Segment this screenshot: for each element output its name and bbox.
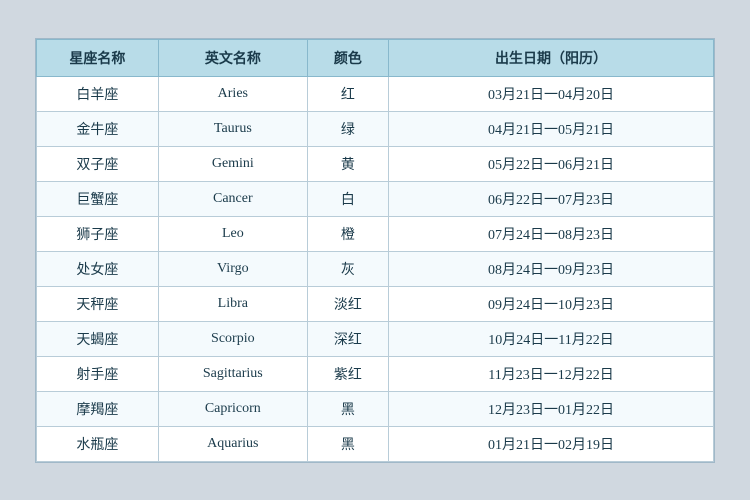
header-color: 颜色: [307, 39, 388, 76]
table-row: 巨蟹座Cancer白06月22日一07月23日: [37, 181, 714, 216]
table-row: 水瓶座Aquarius黑01月21日一02月19日: [37, 426, 714, 461]
table-row: 天蝎座Scorpio深红10月24日一11月22日: [37, 321, 714, 356]
cell-date: 08月24日一09月23日: [389, 251, 714, 286]
cell-zh: 巨蟹座: [37, 181, 159, 216]
cell-zh: 摩羯座: [37, 391, 159, 426]
header-zh: 星座名称: [37, 39, 159, 76]
table-row: 射手座Sagittarius紫红11月23日一12月22日: [37, 356, 714, 391]
cell-zh: 白羊座: [37, 76, 159, 111]
cell-color: 紫红: [307, 356, 388, 391]
cell-color: 灰: [307, 251, 388, 286]
cell-color: 红: [307, 76, 388, 111]
table-row: 狮子座Leo橙07月24日一08月23日: [37, 216, 714, 251]
table-row: 摩羯座Capricorn黑12月23日一01月22日: [37, 391, 714, 426]
cell-zh: 水瓶座: [37, 426, 159, 461]
cell-zh: 天蝎座: [37, 321, 159, 356]
cell-en: Aquarius: [158, 426, 307, 461]
cell-date: 09月24日一10月23日: [389, 286, 714, 321]
cell-en: Leo: [158, 216, 307, 251]
cell-date: 06月22日一07月23日: [389, 181, 714, 216]
cell-zh: 处女座: [37, 251, 159, 286]
cell-zh: 天秤座: [37, 286, 159, 321]
table-row: 白羊座Aries红03月21日一04月20日: [37, 76, 714, 111]
cell-color: 黑: [307, 391, 388, 426]
cell-color: 绿: [307, 111, 388, 146]
table-row: 天秤座Libra淡红09月24日一10月23日: [37, 286, 714, 321]
cell-date: 07月24日一08月23日: [389, 216, 714, 251]
header-date: 出生日期（阳历）: [389, 39, 714, 76]
cell-zh: 金牛座: [37, 111, 159, 146]
cell-color: 黑: [307, 426, 388, 461]
header-en: 英文名称: [158, 39, 307, 76]
cell-en: Aries: [158, 76, 307, 111]
zodiac-table: 星座名称 英文名称 颜色 出生日期（阳历） 白羊座Aries红03月21日一04…: [36, 39, 714, 462]
cell-date: 05月22日一06月21日: [389, 146, 714, 181]
cell-en: Gemini: [158, 146, 307, 181]
cell-en: Capricorn: [158, 391, 307, 426]
cell-en: Cancer: [158, 181, 307, 216]
cell-color: 橙: [307, 216, 388, 251]
cell-date: 10月24日一11月22日: [389, 321, 714, 356]
cell-en: Scorpio: [158, 321, 307, 356]
cell-date: 12月23日一01月22日: [389, 391, 714, 426]
cell-date: 01月21日一02月19日: [389, 426, 714, 461]
cell-color: 深红: [307, 321, 388, 356]
zodiac-table-container: 星座名称 英文名称 颜色 出生日期（阳历） 白羊座Aries红03月21日一04…: [35, 38, 715, 463]
cell-color: 淡红: [307, 286, 388, 321]
cell-zh: 双子座: [37, 146, 159, 181]
cell-color: 白: [307, 181, 388, 216]
cell-date: 03月21日一04月20日: [389, 76, 714, 111]
table-row: 处女座Virgo灰08月24日一09月23日: [37, 251, 714, 286]
cell-color: 黄: [307, 146, 388, 181]
cell-en: Libra: [158, 286, 307, 321]
cell-en: Sagittarius: [158, 356, 307, 391]
cell-en: Taurus: [158, 111, 307, 146]
table-row: 双子座Gemini黄05月22日一06月21日: [37, 146, 714, 181]
table-header-row: 星座名称 英文名称 颜色 出生日期（阳历）: [37, 39, 714, 76]
cell-date: 11月23日一12月22日: [389, 356, 714, 391]
cell-date: 04月21日一05月21日: [389, 111, 714, 146]
cell-en: Virgo: [158, 251, 307, 286]
cell-zh: 狮子座: [37, 216, 159, 251]
cell-zh: 射手座: [37, 356, 159, 391]
table-row: 金牛座Taurus绿04月21日一05月21日: [37, 111, 714, 146]
